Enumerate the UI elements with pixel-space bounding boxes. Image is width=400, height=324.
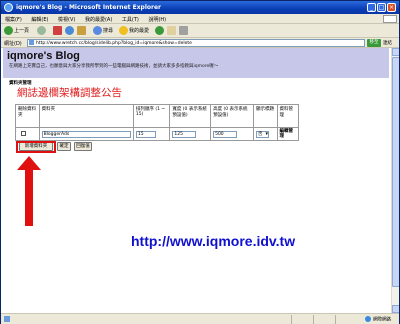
scroll-thumb[interactable]: [392, 57, 399, 287]
annotation-highlight-box: [16, 141, 56, 153]
search-button[interactable]: 搜尋: [93, 26, 113, 36]
page-content: iqmore's Blog 在網路上充實自己，也願意與大家分享我所學到的一些電腦…: [1, 48, 399, 313]
close-button[interactable]: ×: [387, 3, 396, 12]
home-button[interactable]: [77, 26, 87, 36]
page-title[interactable]: 網誌邊欄架構調整公告: [17, 85, 122, 100]
windows-logo-icon: [383, 15, 397, 23]
menu-file[interactable]: 檔案(F): [1, 14, 26, 23]
internet-globe-icon: [365, 316, 371, 322]
back-button[interactable]: 上一頁: [4, 26, 29, 36]
blog-header: iqmore's Blog 在網路上充實自己，也願意與大家分享我所學到的一些電腦…: [3, 48, 389, 78]
status-divider: [291, 315, 292, 324]
search-icon: [93, 26, 102, 35]
vertical-scrollbar[interactable]: [391, 48, 399, 313]
header-delete: 刪除資料夾: [15, 104, 40, 128]
status-divider: [313, 315, 314, 324]
scroll-up-icon[interactable]: [392, 48, 399, 56]
scroll-down-icon[interactable]: [392, 305, 399, 313]
show-title-cell: 否: [252, 127, 278, 141]
mail-icon: [167, 26, 176, 35]
home-icon: [77, 26, 86, 35]
stop-icon: [53, 26, 62, 35]
maximize-button[interactable]: □: [377, 3, 386, 12]
edit-manage-link[interactable]: 編輯管理: [280, 129, 294, 139]
toolbar: 上一頁 搜尋 我的最愛: [1, 24, 399, 38]
status-bar: 網際網路: [1, 313, 399, 324]
header-width: 寬度 (0 表示系統預設值): [169, 104, 212, 128]
page-status-icon: [4, 316, 10, 322]
header-order: 排列順序 (1 ~ 15): [132, 104, 171, 128]
width-cell: 125: [169, 127, 212, 141]
table-row: BloggerAds 15 125 500 否 編輯管理: [15, 127, 300, 141]
blog-title[interactable]: iqmore's Blog: [7, 50, 80, 62]
name-cell: BloggerAds: [38, 127, 134, 141]
blog-description: 在網路上充實自己，也願意與大家分享我所學到的一些電腦與網路技術，並請大家多多指教…: [9, 64, 219, 69]
history-icon: [155, 26, 164, 35]
links-button[interactable]: 連結: [383, 40, 392, 46]
stop-button[interactable]: [53, 26, 63, 36]
star-icon: [119, 26, 128, 35]
print-icon: [179, 26, 188, 35]
title-bar[interactable]: iqmore's Blog - Microsoft Internet Explo…: [1, 1, 399, 14]
header-name: 資料夾: [38, 104, 134, 128]
delete-checkbox[interactable]: [21, 130, 26, 136]
address-label: 網址(D): [4, 41, 22, 47]
minimize-button[interactable]: _: [367, 3, 376, 12]
page-icon: [29, 40, 34, 45]
window-title: iqmore's Blog - Microsoft Internet Explo…: [16, 4, 162, 11]
ie-logo-icon: [4, 3, 13, 12]
refresh-icon: [65, 26, 74, 35]
menu-tools[interactable]: 工具(T): [118, 14, 143, 23]
show-title-select[interactable]: 否: [255, 130, 269, 138]
folder-name-input[interactable]: BloggerAds: [41, 130, 131, 138]
status-divider: [335, 315, 336, 324]
back-arrow-icon: [4, 26, 13, 35]
menu-view[interactable]: 檢視(V): [54, 14, 79, 23]
reset-button[interactable]: 回復值: [74, 142, 92, 151]
menu-edit[interactable]: 編輯(E): [27, 14, 52, 23]
print-button[interactable]: [179, 26, 189, 36]
width-input[interactable]: 125: [172, 130, 197, 138]
address-input[interactable]: http://www.wretch.cc/blog/sidelib.php?bl…: [27, 39, 365, 47]
forward-arrow-icon: [37, 26, 46, 35]
header-height: 高度 (0 表示系統預設值): [210, 104, 254, 128]
mail-button[interactable]: [167, 26, 177, 36]
table-header-row: 刪除資料夾 資料夾 排列順序 (1 ~ 15) 寬度 (0 表示系統預設值) 高…: [15, 104, 300, 128]
manage-cell: 編輯管理: [276, 127, 300, 141]
menu-help[interactable]: 說明(H): [144, 14, 170, 23]
watermark-url: http://www.iqmore.idv.tw: [131, 233, 296, 249]
history-button[interactable]: [155, 26, 165, 36]
height-cell: 500: [210, 127, 254, 141]
folder-table: 刪除資料夾 資料夾 排列順序 (1 ~ 15) 寬度 (0 表示系統預設值) 高…: [15, 104, 300, 141]
menu-favorites[interactable]: 我的最愛(A): [81, 14, 116, 23]
forward-button[interactable]: [37, 26, 47, 36]
refresh-button[interactable]: [65, 26, 75, 36]
annotation-arrow-icon: [17, 156, 41, 226]
browser-window: iqmore's Blog - Microsoft Internet Explo…: [0, 0, 400, 324]
favorites-button[interactable]: 我的最愛: [119, 26, 149, 36]
menu-bar: 檔案(F) 編輯(E) 檢視(V) 我的最愛(A) 工具(T) 說明(H): [1, 14, 399, 24]
go-button[interactable]: 移至: [367, 39, 381, 47]
header-show-title: 顯示標題: [252, 104, 278, 128]
order-input[interactable]: 15: [135, 130, 156, 138]
order-cell: 15: [132, 127, 171, 141]
confirm-button[interactable]: 確定: [57, 142, 71, 151]
address-bar: 網址(D) http://www.wretch.cc/blog/sidelib.…: [1, 38, 399, 48]
security-zone: 網際網路: [365, 316, 391, 323]
header-manage: 資料管理: [276, 104, 300, 128]
height-input[interactable]: 500: [213, 130, 238, 138]
delete-cell: [15, 127, 40, 141]
